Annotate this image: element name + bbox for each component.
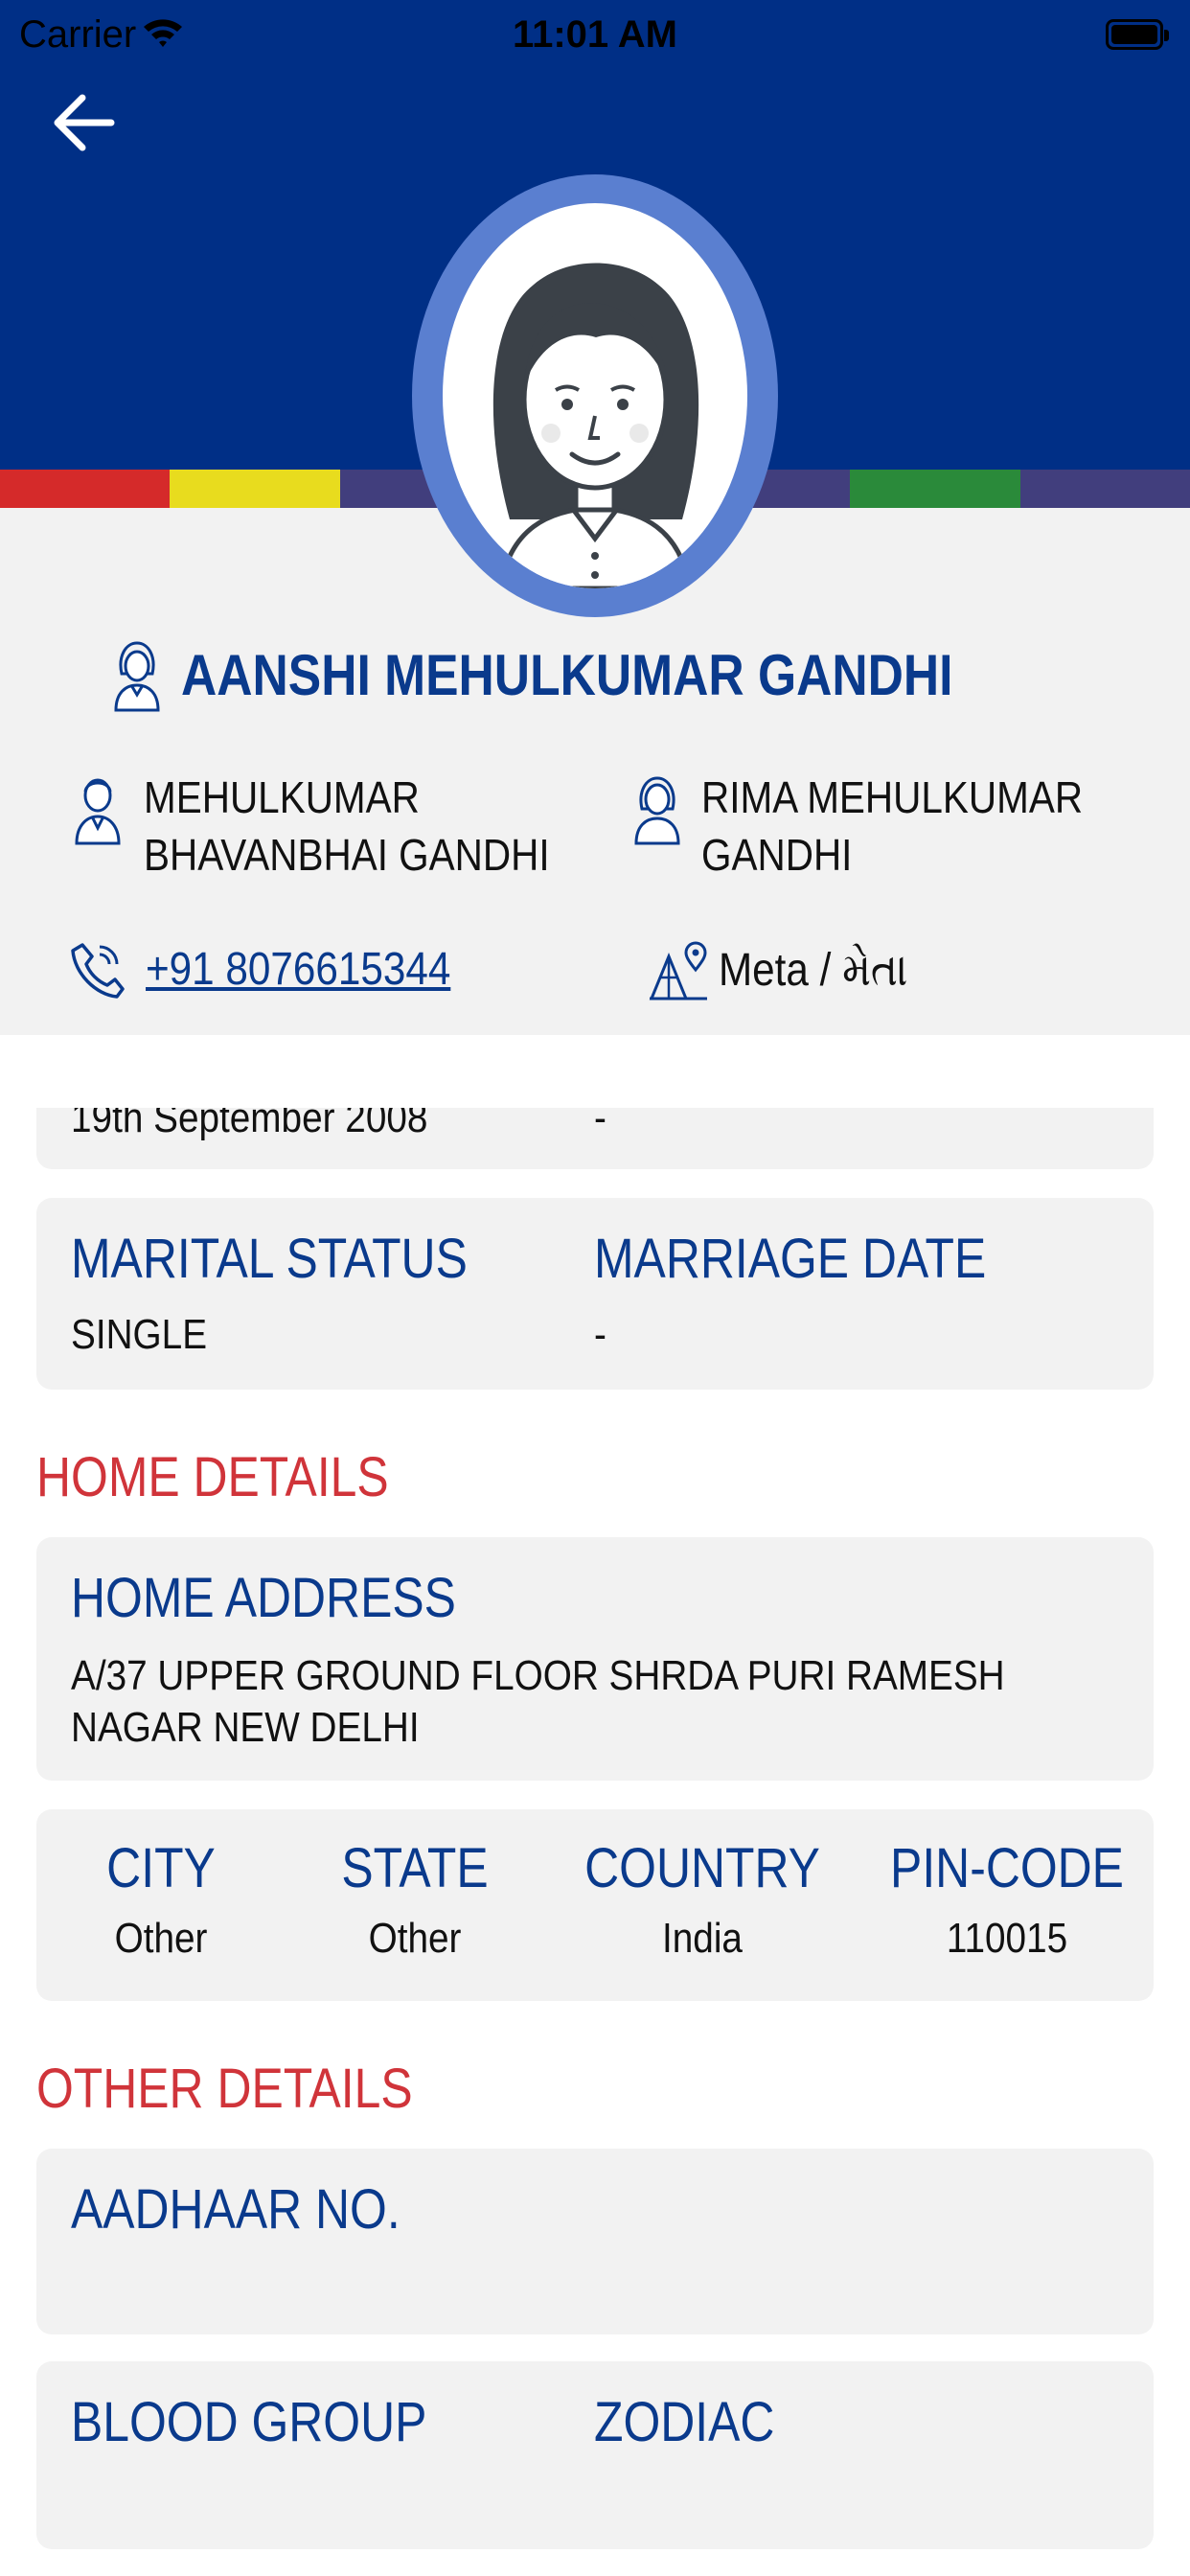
pincode-value: 110015 [946, 1915, 1068, 1962]
battery-icon [1106, 19, 1169, 50]
arrow-left-icon[interactable] [50, 84, 126, 161]
blood-group-label: BLOOD GROUP [71, 2391, 427, 2453]
avatar-image [443, 203, 747, 588]
marital-status-label: MARITAL STATUS [71, 1228, 468, 1290]
state-value: Other [368, 1915, 462, 1962]
city-column: CITY Other [36, 1809, 286, 2001]
pincode-column: PIN-CODE 110015 [860, 1809, 1154, 2001]
marriage-date-value: - [594, 1311, 606, 1358]
home-address-value: A/37 UPPER GROUND FLOOR SHRDA PURI RAMES… [71, 1652, 1005, 1751]
location-tent-icon [649, 941, 707, 1000]
profile-name: AANSHI MEHULKUMAR GANDHI [180, 642, 953, 707]
other-details-title: OTHER DETAILS [36, 2058, 413, 2120]
father-info: MEHULKUMAR BHAVANBHAI GANDHI [73, 769, 642, 884]
marriage-date-label: MARRIAGE DATE [594, 1228, 987, 1290]
caste-value: Meta / મેતા [719, 945, 908, 996]
location-card: CITY Other STATE Other COUNTRY India PIN… [36, 1809, 1154, 2001]
mother-info: RIMA MEHULKUMAR GANDHI [632, 769, 1142, 884]
home-details-title: HOME DETAILS [36, 1446, 389, 1508]
mother-name: RIMA MEHULKUMAR GANDHI [701, 772, 1084, 880]
marital-status-value: SINGLE [71, 1311, 208, 1358]
city-value: Other [114, 1915, 208, 1962]
stripe-segment [170, 470, 340, 508]
blood-zodiac-card: BLOOD GROUP ZODIAC [36, 2361, 1154, 2549]
father-name: MEHULKUMAR BHAVANBHAI GANDHI [144, 772, 550, 880]
country-column: COUNTRY India [544, 1809, 860, 2001]
stripe-segment [1019, 470, 1190, 508]
stripe-segment [0, 470, 171, 508]
zodiac-label: ZODIAC [594, 2391, 775, 2453]
home-address-card: HOME ADDRESS A/37 UPPER GROUND FLOOR SHR… [36, 1537, 1154, 1781]
caste-row: Meta / મેતા [648, 939, 933, 1002]
state-column: STATE Other [286, 1809, 544, 2001]
country-label: COUNTRY [584, 1837, 820, 1899]
profile-name-row: AANSHI MEHULKUMAR GANDHI [0, 637, 1190, 712]
country-value: India [662, 1915, 743, 1962]
scroll-clip [0, 1035, 1190, 1108]
phone-row[interactable]: +91 8076615344 [69, 939, 492, 999]
person-icon [114, 641, 160, 712]
pincode-label: PIN-CODE [890, 1837, 1124, 1899]
aadhaar-label: AADHAAR NO. [71, 2178, 400, 2241]
city-label: CITY [106, 1837, 216, 1899]
clock: 11:01 AM [513, 13, 677, 56]
home-address-label: HOME ADDRESS [71, 1567, 456, 1629]
female-person-icon [634, 776, 680, 845]
phone-icon[interactable] [69, 939, 125, 999]
female-avatar-icon [492, 263, 699, 588]
status-bar: Carrier 11:01 AM [0, 0, 1190, 73]
stripe-segment [850, 470, 1020, 508]
state-label: STATE [341, 1837, 489, 1899]
aadhaar-card: AADHAAR NO. [36, 2149, 1154, 2334]
avatar [412, 174, 778, 617]
marital-card: MARITAL STATUS SINGLE MARRIAGE DATE - [36, 1198, 1154, 1390]
male-person-icon [75, 778, 121, 845]
phone-number-link[interactable]: +91 8076615344 [146, 943, 450, 996]
